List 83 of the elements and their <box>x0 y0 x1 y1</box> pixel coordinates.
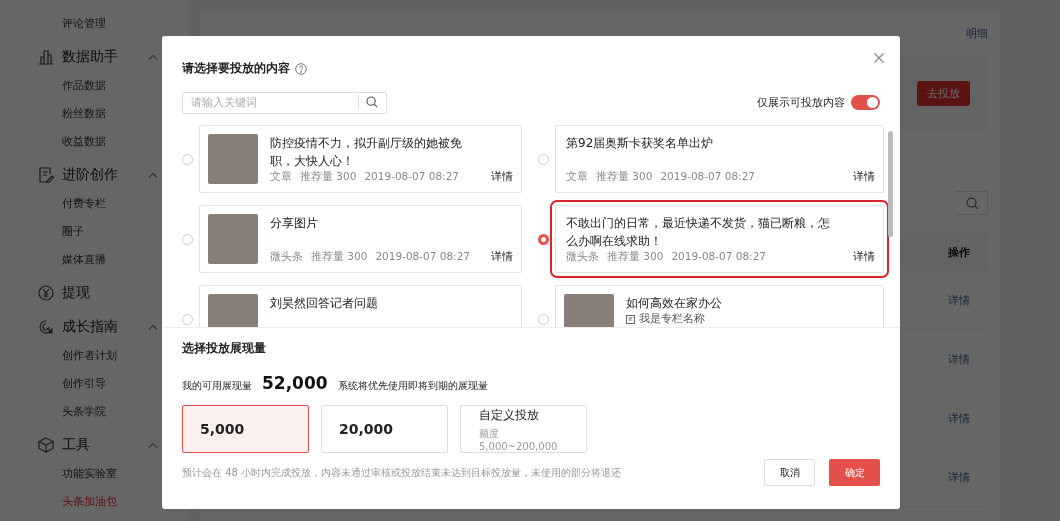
radio-button[interactable] <box>538 233 549 245</box>
detail-link[interactable]: 详情 <box>948 351 970 367</box>
column-name: 我是专栏名称 <box>639 312 705 326</box>
content-title: 刘昊然回答记者问题 <box>270 295 379 312</box>
sidebar-item[interactable]: 头条学院 <box>0 398 110 426</box>
chevron-up-icon[interactable] <box>148 442 158 448</box>
detail-link[interactable]: 详情 <box>948 292 970 308</box>
publish-date: 2019-08-07 08:27 <box>375 250 470 264</box>
yuan-coin-icon <box>38 285 54 301</box>
content-type: 文章 <box>270 170 292 184</box>
sidebar-item[interactable]: 创作引导 <box>0 370 110 398</box>
content-title: 如何高效在家办公 <box>626 295 723 312</box>
chevron-up-icon[interactable] <box>148 54 158 60</box>
sidebar-item[interactable]: 头条加油包 <box>0 488 121 516</box>
scrollbar[interactable] <box>888 131 893 237</box>
content-type: 微头条 <box>270 250 303 264</box>
recommend-count: 推荐量 300 <box>300 170 357 184</box>
sidebar-group-label[interactable]: 进阶创作 <box>62 166 142 184</box>
detail-link[interactable]: 详情 <box>491 170 513 184</box>
dialog-title: 请选择要投放的内容 <box>182 60 290 77</box>
content-title: 分享图片 <box>270 215 319 232</box>
keyword-search-field[interactable]: 请输入关键词 <box>182 91 387 114</box>
sidebar-item[interactable]: 媒体直播 <box>0 246 110 274</box>
sidebar-item[interactable]: 圈子 <box>0 218 88 246</box>
search-field[interactable] <box>957 191 988 215</box>
column-icon <box>626 314 635 324</box>
available-label: 我的可用展现量 <box>182 379 252 393</box>
publish-date: 2019-08-07 08:27 <box>364 170 459 184</box>
recommend-count: 推荐量 300 <box>311 250 368 264</box>
column-header: 操作 <box>948 244 970 260</box>
compass-icon <box>38 319 54 335</box>
section-title: 选择投放展现量 <box>182 340 267 357</box>
content-type: 微头条 <box>566 250 599 264</box>
sidebar-item[interactable]: 付费专栏 <box>0 190 110 218</box>
amount-option[interactable]: 5,000 <box>182 405 309 453</box>
content-card[interactable]: 刘昊然回答记者问题 <box>199 285 522 327</box>
publish-date: 2019-08-07 08:27 <box>660 170 755 184</box>
sidebar-group-label[interactable]: 成长指南 <box>62 318 142 336</box>
search-icon[interactable] <box>366 96 378 108</box>
detail-link[interactable]: 详情 <box>948 469 970 485</box>
chevron-up-icon[interactable] <box>148 172 158 178</box>
detail-link[interactable]: 详情 <box>853 250 875 264</box>
sidebar-item[interactable]: 作品数据 <box>0 72 110 100</box>
detail-link[interactable]: 详情 <box>491 250 513 264</box>
chevron-up-icon[interactable] <box>148 324 158 330</box>
priority-note: 系统将优先使用即将到期的展现量 <box>337 379 488 393</box>
publish-date: 2019-08-07 08:27 <box>671 250 766 264</box>
content-card[interactable]: 第92届奥斯卡获奖名单出炉 文章 推荐量 300 2019-08-07 08:27 详情 <box>555 125 884 193</box>
close-icon[interactable] <box>874 53 884 63</box>
toggle-switch[interactable] <box>851 94 880 110</box>
sidebar-item[interactable]: 评论管理 <box>0 10 110 38</box>
toggle-label: 仅展示可投放内容 <box>757 94 845 110</box>
content-card[interactable]: 如何高效在家办公 我是专栏名称 <box>555 285 884 327</box>
content-card[interactable]: 分享图片 微头条 推荐量 300 2019-08-07 08:27 详情 <box>199 205 522 273</box>
cancel-button[interactable]: 取消 <box>764 459 815 486</box>
content-card[interactable]: 防控疫情不力，拟升副厅级的她被免职，大快人心！ 文章 推荐量 300 2019-08-07 08:27 详情 <box>199 125 522 193</box>
sidebar-item[interactable]: 功能实验室 <box>0 460 121 488</box>
content-type: 文章 <box>566 170 588 184</box>
footnote: 预计会在 48 小时内完成投放，内容未通过审核或投放结束未达到目标投放量，未使用的部分将退还 <box>182 465 622 480</box>
search-icon <box>965 196 979 210</box>
amount-option[interactable]: 20,000 <box>321 405 448 453</box>
launch-button[interactable]: 去投放 <box>917 80 970 106</box>
sidebar-group-label[interactable]: 提现 <box>62 284 142 302</box>
sidebar-item[interactable]: 粉丝数据 <box>0 100 110 128</box>
bar-chart-icon <box>38 49 54 65</box>
recommend-count: 推荐量 300 <box>607 250 664 264</box>
sidebar-group-label[interactable]: 工具 <box>62 436 142 454</box>
sidebar-item[interactable]: 创作者计划 <box>0 342 121 370</box>
detail-link[interactable]: 明细 <box>966 26 988 41</box>
edit-document-icon <box>38 167 54 183</box>
content-title: 不敢出门的日常，最近快递不发货，猫已断粮，怎么办啊在线求助！ <box>566 215 831 250</box>
help-icon[interactable] <box>295 62 307 75</box>
cube-icon <box>38 437 54 453</box>
sidebar-group-label[interactable]: 数据助手 <box>62 48 142 66</box>
detail-link[interactable]: 详情 <box>948 410 970 426</box>
content-title: 第92届奥斯卡获奖名单出炉 <box>566 135 715 152</box>
content-title: 防控疫情不力，拟升副厅级的她被免职，大快人心！ <box>270 135 463 170</box>
custom-amount-option[interactable]: 自定义投放 额度 5,000~200,000 <box>460 405 587 453</box>
available-amount: 52,000 <box>262 373 328 393</box>
confirm-button[interactable]: 确定 <box>829 459 880 486</box>
sidebar-item[interactable]: 收益数据 <box>0 128 110 156</box>
recommend-count: 推荐量 300 <box>596 170 653 184</box>
detail-link[interactable]: 详情 <box>853 170 875 184</box>
